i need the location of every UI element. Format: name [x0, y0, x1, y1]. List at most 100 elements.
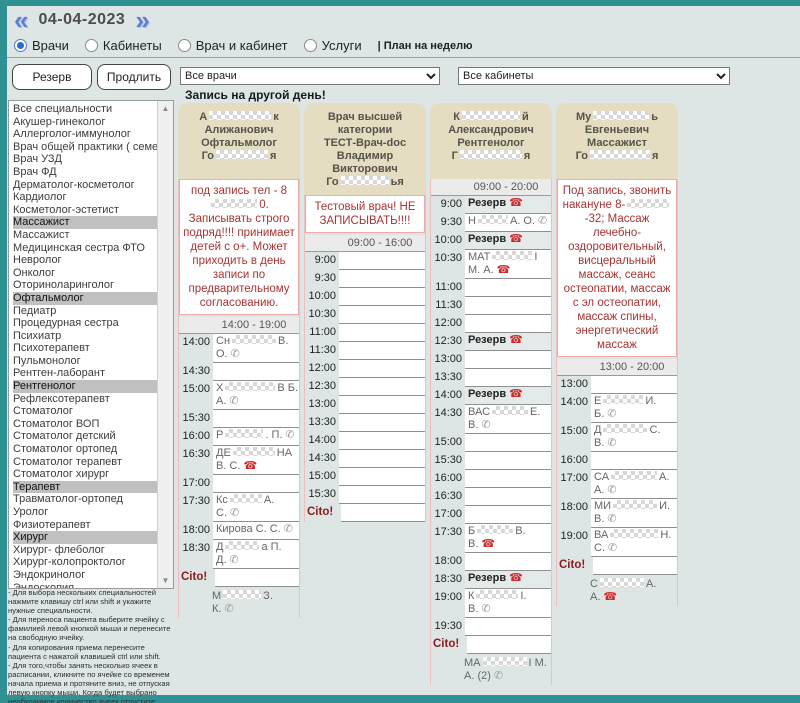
specialty-option[interactable]: Стоматолог: [13, 405, 158, 418]
specialty-option[interactable]: Пульмонолог: [13, 355, 158, 368]
empty-slot-cell[interactable]: [339, 306, 425, 324]
appointment-cell[interactable]: ДЕНА В. С.☎: [213, 446, 299, 475]
overflow-appointment[interactable]: СА. А.☎: [557, 575, 677, 606]
phone-icon[interactable]: ✆: [229, 395, 238, 407]
phone-icon[interactable]: ✆: [224, 603, 233, 615]
empty-slot-cell[interactable]: [465, 618, 551, 636]
empty-slot-cell[interactable]: [339, 252, 425, 270]
phone-icon[interactable]: ✆: [481, 419, 490, 431]
appointment-cell[interactable]: САА. А.✆: [591, 470, 677, 499]
specialty-option[interactable]: Онколог: [13, 267, 158, 280]
appointment-cell[interactable]: ВАСЕ. В.✆: [465, 405, 551, 434]
specialty-option[interactable]: Массажист: [13, 216, 158, 229]
appointment-cell[interactable]: Резерв☎: [465, 196, 551, 214]
specialty-option[interactable]: Невролог: [13, 254, 158, 267]
specialty-option[interactable]: Акушер-гинеколог: [13, 116, 158, 129]
empty-slot-cell[interactable]: [591, 452, 677, 470]
appointment-cell[interactable]: Р. П.✆: [213, 428, 299, 446]
phone-icon[interactable]: ✆: [230, 554, 239, 566]
appointment-cell[interactable]: Резерв☎: [465, 571, 551, 589]
empty-slot-cell[interactable]: [213, 475, 299, 493]
appointment-cell[interactable]: МИИ. В.✆: [591, 499, 677, 528]
empty-slot-cell[interactable]: [465, 279, 551, 297]
specialty-option[interactable]: Психотерапевт: [13, 342, 158, 355]
specialty-option[interactable]: Терапевт: [13, 481, 158, 494]
radio-option-0[interactable]: Врачи: [14, 38, 69, 53]
appointment-cell[interactable]: КсА. С.✆: [213, 493, 299, 522]
specialty-option[interactable]: Рентген-лаборант: [13, 367, 158, 380]
empty-slot-cell[interactable]: [339, 270, 425, 288]
appointment-cell[interactable]: НА. О.✆: [465, 214, 551, 232]
red-phone-icon[interactable]: ☎: [509, 334, 523, 346]
specialty-option[interactable]: Психиатр: [13, 330, 158, 343]
scrollbar[interactable]: ▲ ▼: [157, 101, 173, 588]
appointment-cell[interactable]: ЕИ. Б.✆: [591, 394, 677, 423]
red-phone-icon[interactable]: ☎: [509, 572, 523, 584]
empty-slot-cell[interactable]: [593, 557, 677, 575]
specialty-option[interactable]: Массажист: [13, 229, 158, 242]
specialty-option[interactable]: Уролог: [13, 506, 158, 519]
cabinets-select[interactable]: Все кабинеты: [458, 67, 730, 85]
appointment-cell[interactable]: МАТI М. А.☎: [465, 250, 551, 279]
specialty-option[interactable]: Рефлексотерапевт: [13, 393, 158, 406]
specialty-option[interactable]: Физиотерапевт: [13, 519, 158, 532]
red-phone-icon[interactable]: ☎: [509, 233, 523, 245]
next-day-icon[interactable]: »: [135, 10, 149, 30]
phone-icon[interactable]: ✆: [481, 603, 490, 615]
specialty-option[interactable]: Эндокринолог: [13, 569, 158, 582]
overflow-appointment[interactable]: МАI М. А. (2)✆: [431, 654, 551, 685]
empty-slot-cell[interactable]: [213, 410, 299, 428]
phone-icon[interactable]: ✆: [538, 215, 547, 227]
radio-icon[interactable]: [178, 39, 191, 52]
empty-slot-cell[interactable]: [339, 378, 425, 396]
specialty-listbox[interactable]: Все специальностиАкушер-гинекологАллерго…: [8, 100, 174, 589]
red-phone-icon[interactable]: ☎: [497, 264, 511, 276]
empty-slot-cell[interactable]: [339, 468, 425, 486]
specialty-option[interactable]: Аллерголог-иммунолог: [13, 128, 158, 141]
empty-slot-cell[interactable]: [467, 636, 551, 654]
specialty-option[interactable]: Медицинская сестра ФТО: [13, 242, 158, 255]
empty-slot-cell[interactable]: [341, 504, 425, 522]
empty-slot-cell[interactable]: [339, 324, 425, 342]
specialty-option[interactable]: Рентгенолог: [13, 380, 158, 393]
red-phone-icon[interactable]: ☎: [509, 197, 523, 209]
empty-slot-cell[interactable]: [465, 297, 551, 315]
appointment-cell[interactable]: ВАН. С.✆: [591, 528, 677, 557]
empty-slot-cell[interactable]: [339, 432, 425, 450]
empty-slot-cell[interactable]: [339, 288, 425, 306]
phone-icon[interactable]: ✆: [607, 513, 616, 525]
specialty-option[interactable]: Стоматолог терапевт: [13, 456, 158, 469]
empty-slot-cell[interactable]: [213, 363, 299, 381]
radio-icon[interactable]: [85, 39, 98, 52]
specialty-option[interactable]: Хирург-колопроктолог: [13, 556, 158, 569]
empty-slot-cell[interactable]: [339, 360, 425, 378]
empty-slot-cell[interactable]: [465, 488, 551, 506]
doctors-select[interactable]: Все врачи: [180, 67, 440, 85]
specialty-option[interactable]: Косметолог-эстетист: [13, 204, 158, 217]
empty-slot-cell[interactable]: [465, 351, 551, 369]
phone-icon[interactable]: ✆: [285, 429, 294, 441]
scroll-down-icon[interactable]: ▼: [158, 573, 173, 588]
specialty-option[interactable]: Хирург: [13, 531, 158, 544]
phone-icon[interactable]: ✆: [231, 348, 240, 360]
empty-slot-cell[interactable]: [465, 553, 551, 571]
reserve-button[interactable]: Резерв: [12, 64, 92, 90]
appointment-cell[interactable]: БВ. В.☎: [465, 524, 551, 553]
radio-option-3[interactable]: Услуги: [304, 38, 362, 53]
empty-slot-cell[interactable]: [465, 470, 551, 488]
specialty-option[interactable]: Офтальмолог: [13, 292, 158, 305]
empty-slot-cell[interactable]: [465, 315, 551, 333]
radio-option-2[interactable]: Врач и кабинет: [178, 38, 288, 53]
empty-slot-cell[interactable]: [339, 486, 425, 504]
appointment-cell[interactable]: КI. В.✆: [465, 589, 551, 618]
empty-slot-cell[interactable]: [465, 452, 551, 470]
week-plan-link[interactable]: | План на неделю: [378, 40, 473, 52]
specialty-option[interactable]: Врач общей практики ( семейный: [13, 141, 158, 154]
empty-slot-cell[interactable]: [339, 414, 425, 432]
specialty-option[interactable]: Хирург- флеболог: [13, 544, 158, 557]
previous-day-icon[interactable]: «: [14, 10, 28, 30]
appointment-cell[interactable]: ДС. В.✆: [591, 423, 677, 452]
specialty-option[interactable]: Все специальности: [13, 103, 158, 116]
book-other-day-link[interactable]: Запись на другой день!: [185, 88, 326, 102]
specialty-option[interactable]: Оториноларинголог: [13, 279, 158, 292]
